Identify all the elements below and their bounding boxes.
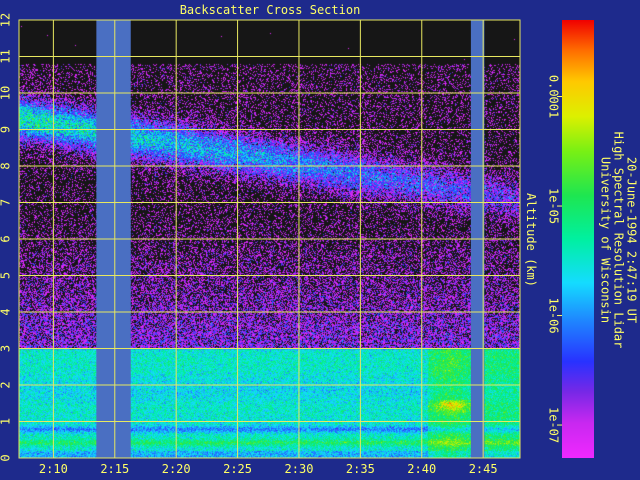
chart-root: Backscatter Cross Section 01234567891011… [0,0,640,480]
x-axis: 2:10 2:15 2:20 2:25 2:30 2:35 2:40 2:45 [39,462,498,476]
y-tick-label: 2 [0,381,13,388]
colorbar: 1e-07 1e-06 1e-05 0.0001 [547,20,594,458]
chart-title: Backscatter Cross Section [180,3,361,17]
colorbar-tick-label: 1e-07 [547,407,561,443]
colorbar-tick-label: 0.0001 [547,75,561,118]
y-axis-label: Altitude (km) [524,193,538,287]
backscatter-chart: Backscatter Cross Section 01234567891011… [0,3,639,476]
x-tick-label: 2:10 [39,462,68,476]
y-tick-label: 1 [0,418,13,425]
y-axis: 0123456789101112 [0,13,13,462]
x-tick-label: 2:45 [469,462,498,476]
y-tick-label: 9 [0,126,13,133]
y-tick-label: 7 [0,199,13,206]
credit-line: University of Wisconsin [599,157,613,323]
y-tick-label: 10 [0,86,13,100]
y-tick-label: 11 [0,49,13,63]
y-tick-label: 5 [0,272,13,279]
y-tick-label: 3 [0,345,13,352]
x-tick-label: 2:20 [162,462,191,476]
credit-line: High Spectral Resolution Lidar [612,132,626,349]
colorbar-gradient [562,20,594,458]
x-tick-label: 2:35 [346,462,375,476]
colorbar-tick-label: 1e-06 [547,297,561,333]
x-tick-label: 2:15 [100,462,129,476]
y-tick-label: 4 [0,308,13,315]
x-tick-label: 2:30 [285,462,314,476]
colorbar-tick-label: 1e-05 [547,188,561,224]
x-tick-label: 2:40 [407,462,436,476]
y-tick-label: 0 [0,454,13,461]
credit-line: 20-June-1994 2:47:19 UT [625,157,639,323]
y-tick-label: 8 [0,162,13,169]
y-tick-label: 12 [0,13,13,27]
y-tick-label: 6 [0,235,13,242]
credit-lines: University of Wisconsin High Spectral Res… [599,132,639,349]
x-tick-label: 2:25 [223,462,252,476]
